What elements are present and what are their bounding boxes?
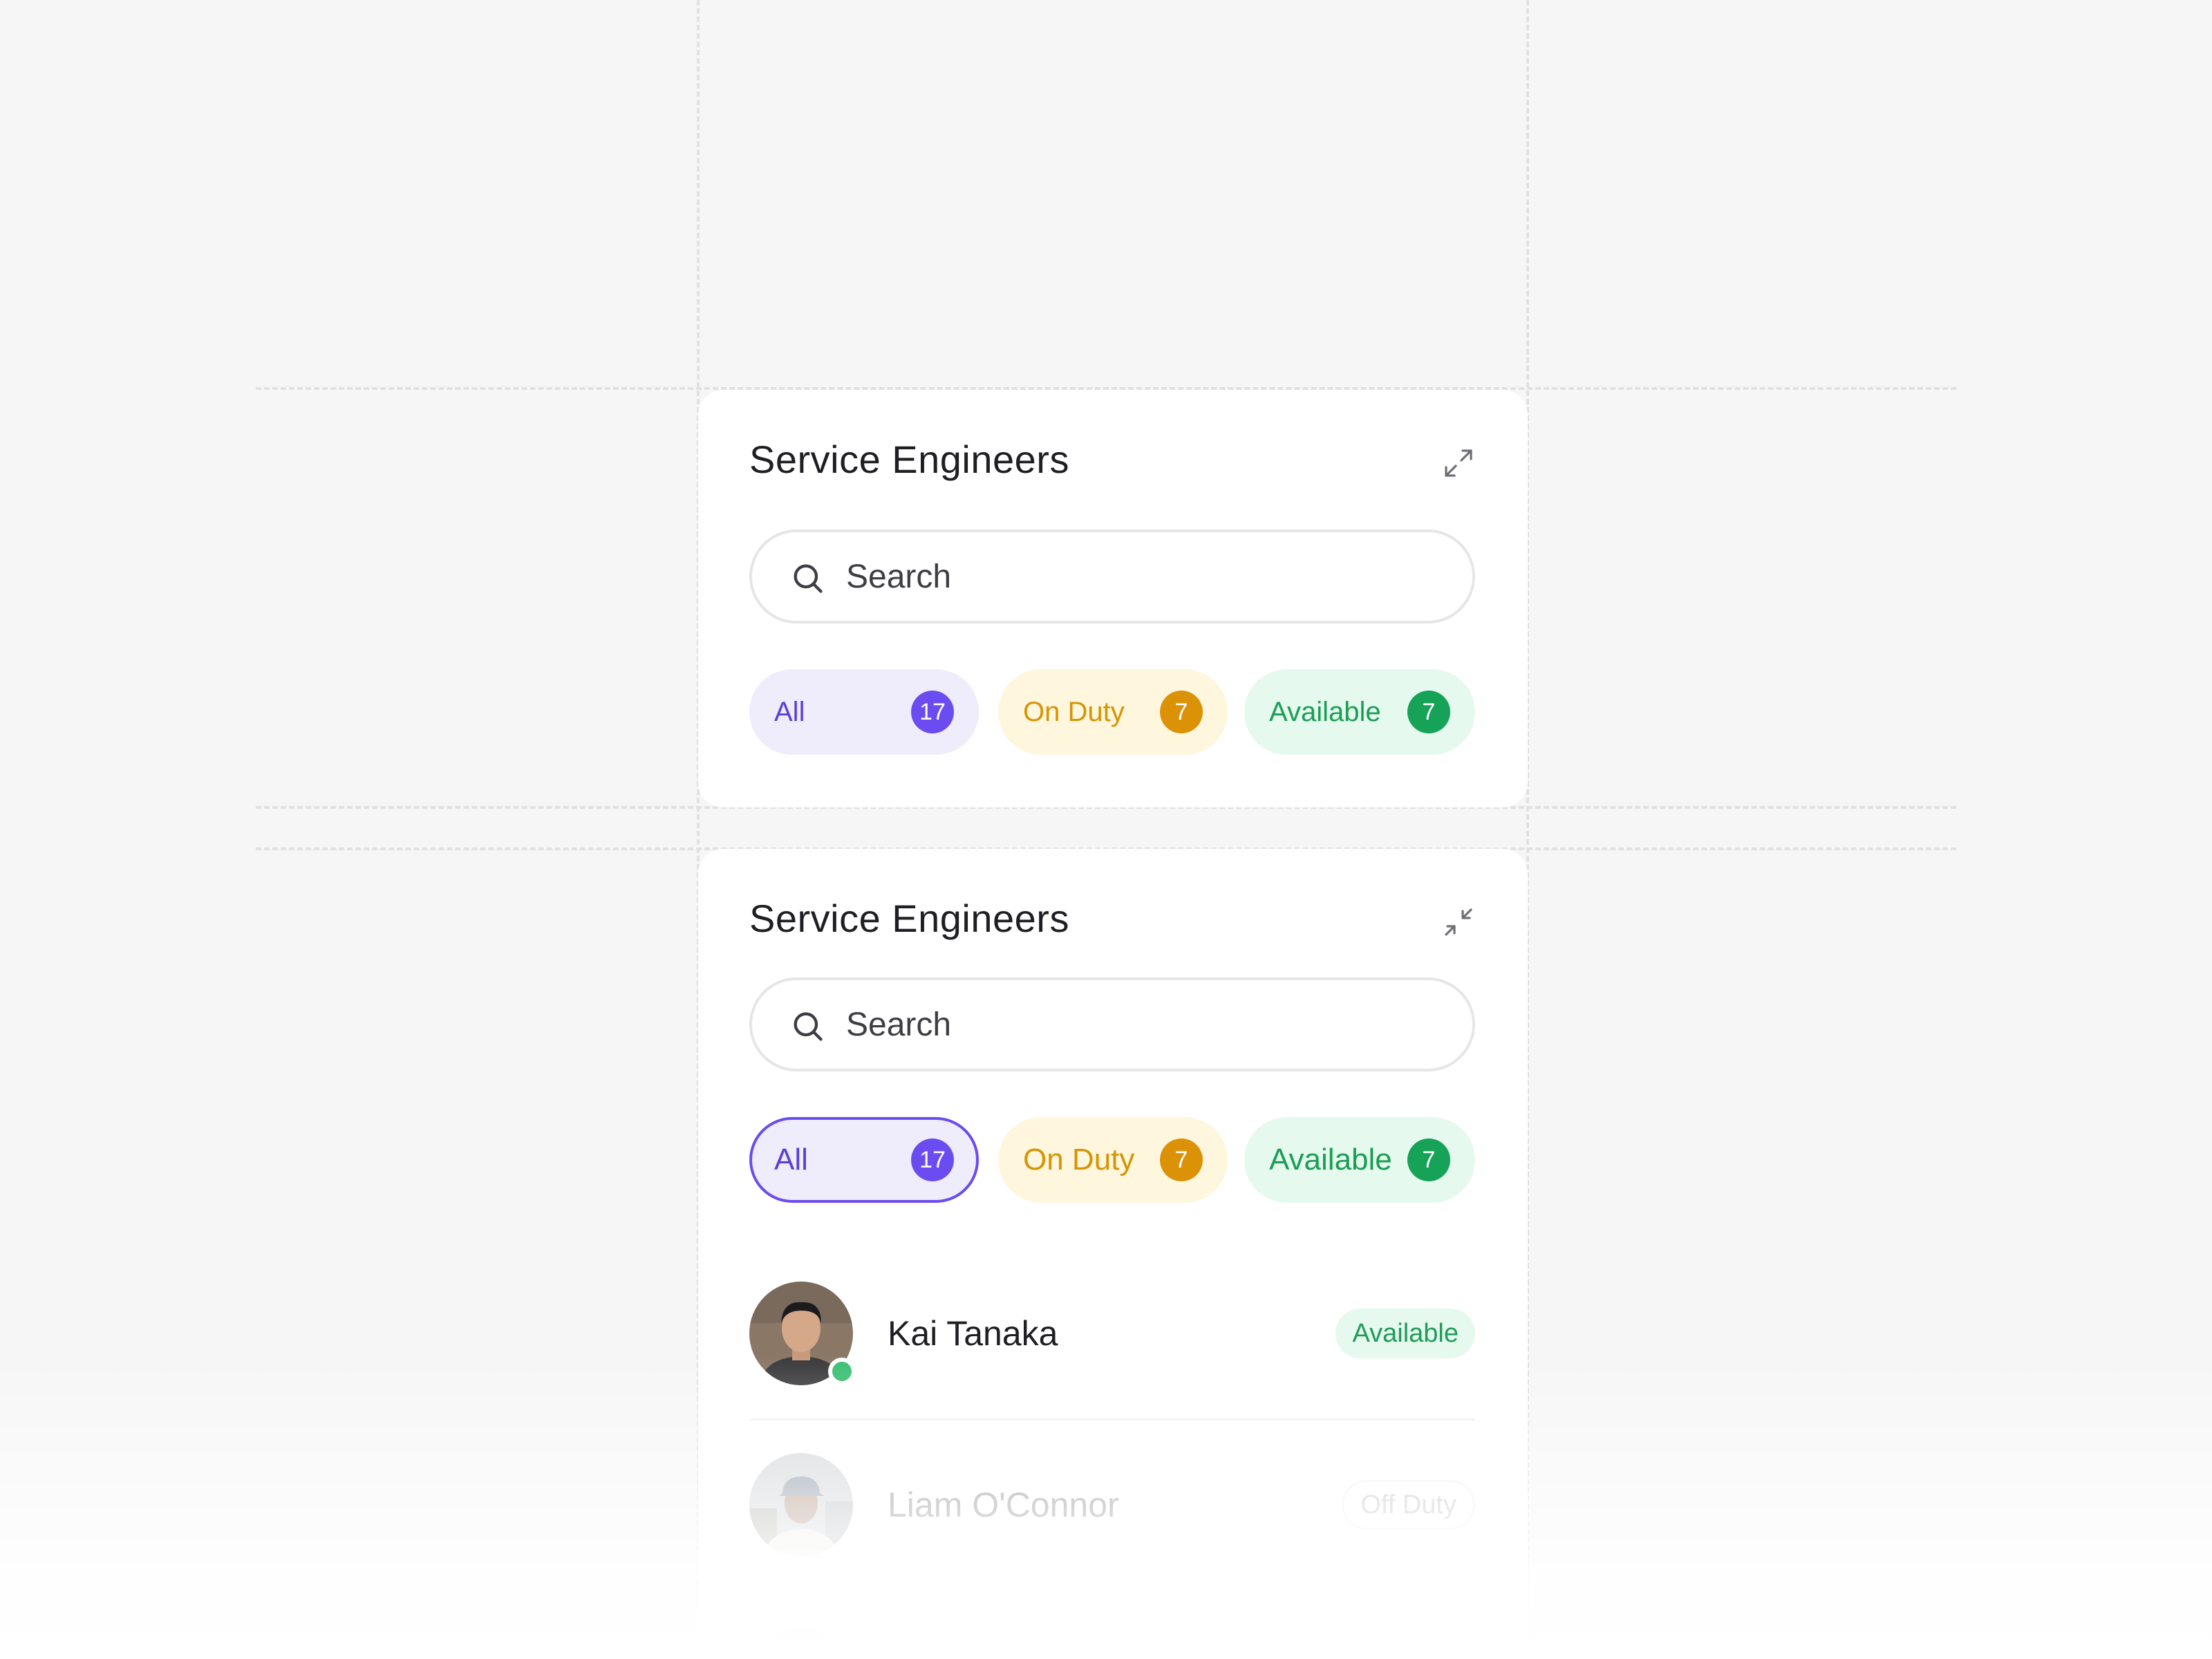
- filter-count-badge: 17: [911, 1138, 954, 1181]
- card-title: Service Engineers: [749, 897, 1069, 940]
- status-badge: Off Duty: [1342, 1480, 1475, 1530]
- search-icon: [794, 1012, 823, 1041]
- card-title: Service Engineers: [749, 438, 1069, 481]
- filter-label: All: [774, 696, 805, 727]
- avatar-photo: [749, 1453, 853, 1557]
- filter-count-badge: 7: [1407, 691, 1450, 733]
- service-engineers-card-collapsed: Service Engineers All 17 On Duty 7 Avail…: [698, 390, 1528, 807]
- filter-label: Available: [1269, 1143, 1392, 1177]
- avatar: [749, 1627, 853, 1659]
- filter-count-badge: 7: [1407, 1138, 1450, 1181]
- engineer-list-item[interactable]: Kai Tanaka Available: [749, 1282, 1475, 1385]
- search-input[interactable]: [846, 549, 1441, 604]
- avatar: [749, 1282, 856, 1385]
- filter-on-duty[interactable]: On Duty 7: [998, 669, 1228, 755]
- collapse-icon: [1445, 908, 1472, 936]
- list-divider: [749, 1418, 1475, 1421]
- filter-label: Available: [1269, 696, 1381, 727]
- expand-icon: [1445, 449, 1472, 477]
- engineer-list-item[interactable]: Liam O'Connor Off Duty: [749, 1453, 1475, 1557]
- filter-label: On Duty: [1023, 1143, 1135, 1177]
- search-icon: [794, 564, 823, 593]
- search-input[interactable]: [846, 997, 1441, 1052]
- filter-count-badge: 7: [1160, 1138, 1203, 1181]
- filter-available[interactable]: Available 7: [1244, 1117, 1475, 1203]
- filter-label: On Duty: [1023, 696, 1125, 727]
- filter-count-badge: 17: [911, 691, 954, 733]
- filter-count-badge: 7: [1160, 691, 1203, 733]
- service-engineers-card-expanded: Service Engineers All 17 On Duty 7 Avail…: [698, 849, 1528, 1659]
- filter-label: All: [774, 1143, 808, 1177]
- search-field[interactable]: [749, 977, 1475, 1071]
- search-field[interactable]: [749, 529, 1475, 624]
- collapse-button[interactable]: [1438, 901, 1479, 943]
- engineer-name: Kai Tanaka: [888, 1314, 1058, 1353]
- expand-button[interactable]: [1438, 442, 1479, 484]
- filter-available[interactable]: Available 7: [1244, 669, 1475, 755]
- filter-all[interactable]: All 17: [749, 669, 979, 755]
- online-indicator: [828, 1358, 856, 1385]
- avatar: [749, 1453, 853, 1557]
- filter-on-duty[interactable]: On Duty 7: [998, 1117, 1228, 1203]
- engineer-name: Liam O'Connor: [888, 1485, 1119, 1524]
- status-badge: Available: [1335, 1309, 1475, 1358]
- filter-all[interactable]: All 17: [749, 1117, 979, 1203]
